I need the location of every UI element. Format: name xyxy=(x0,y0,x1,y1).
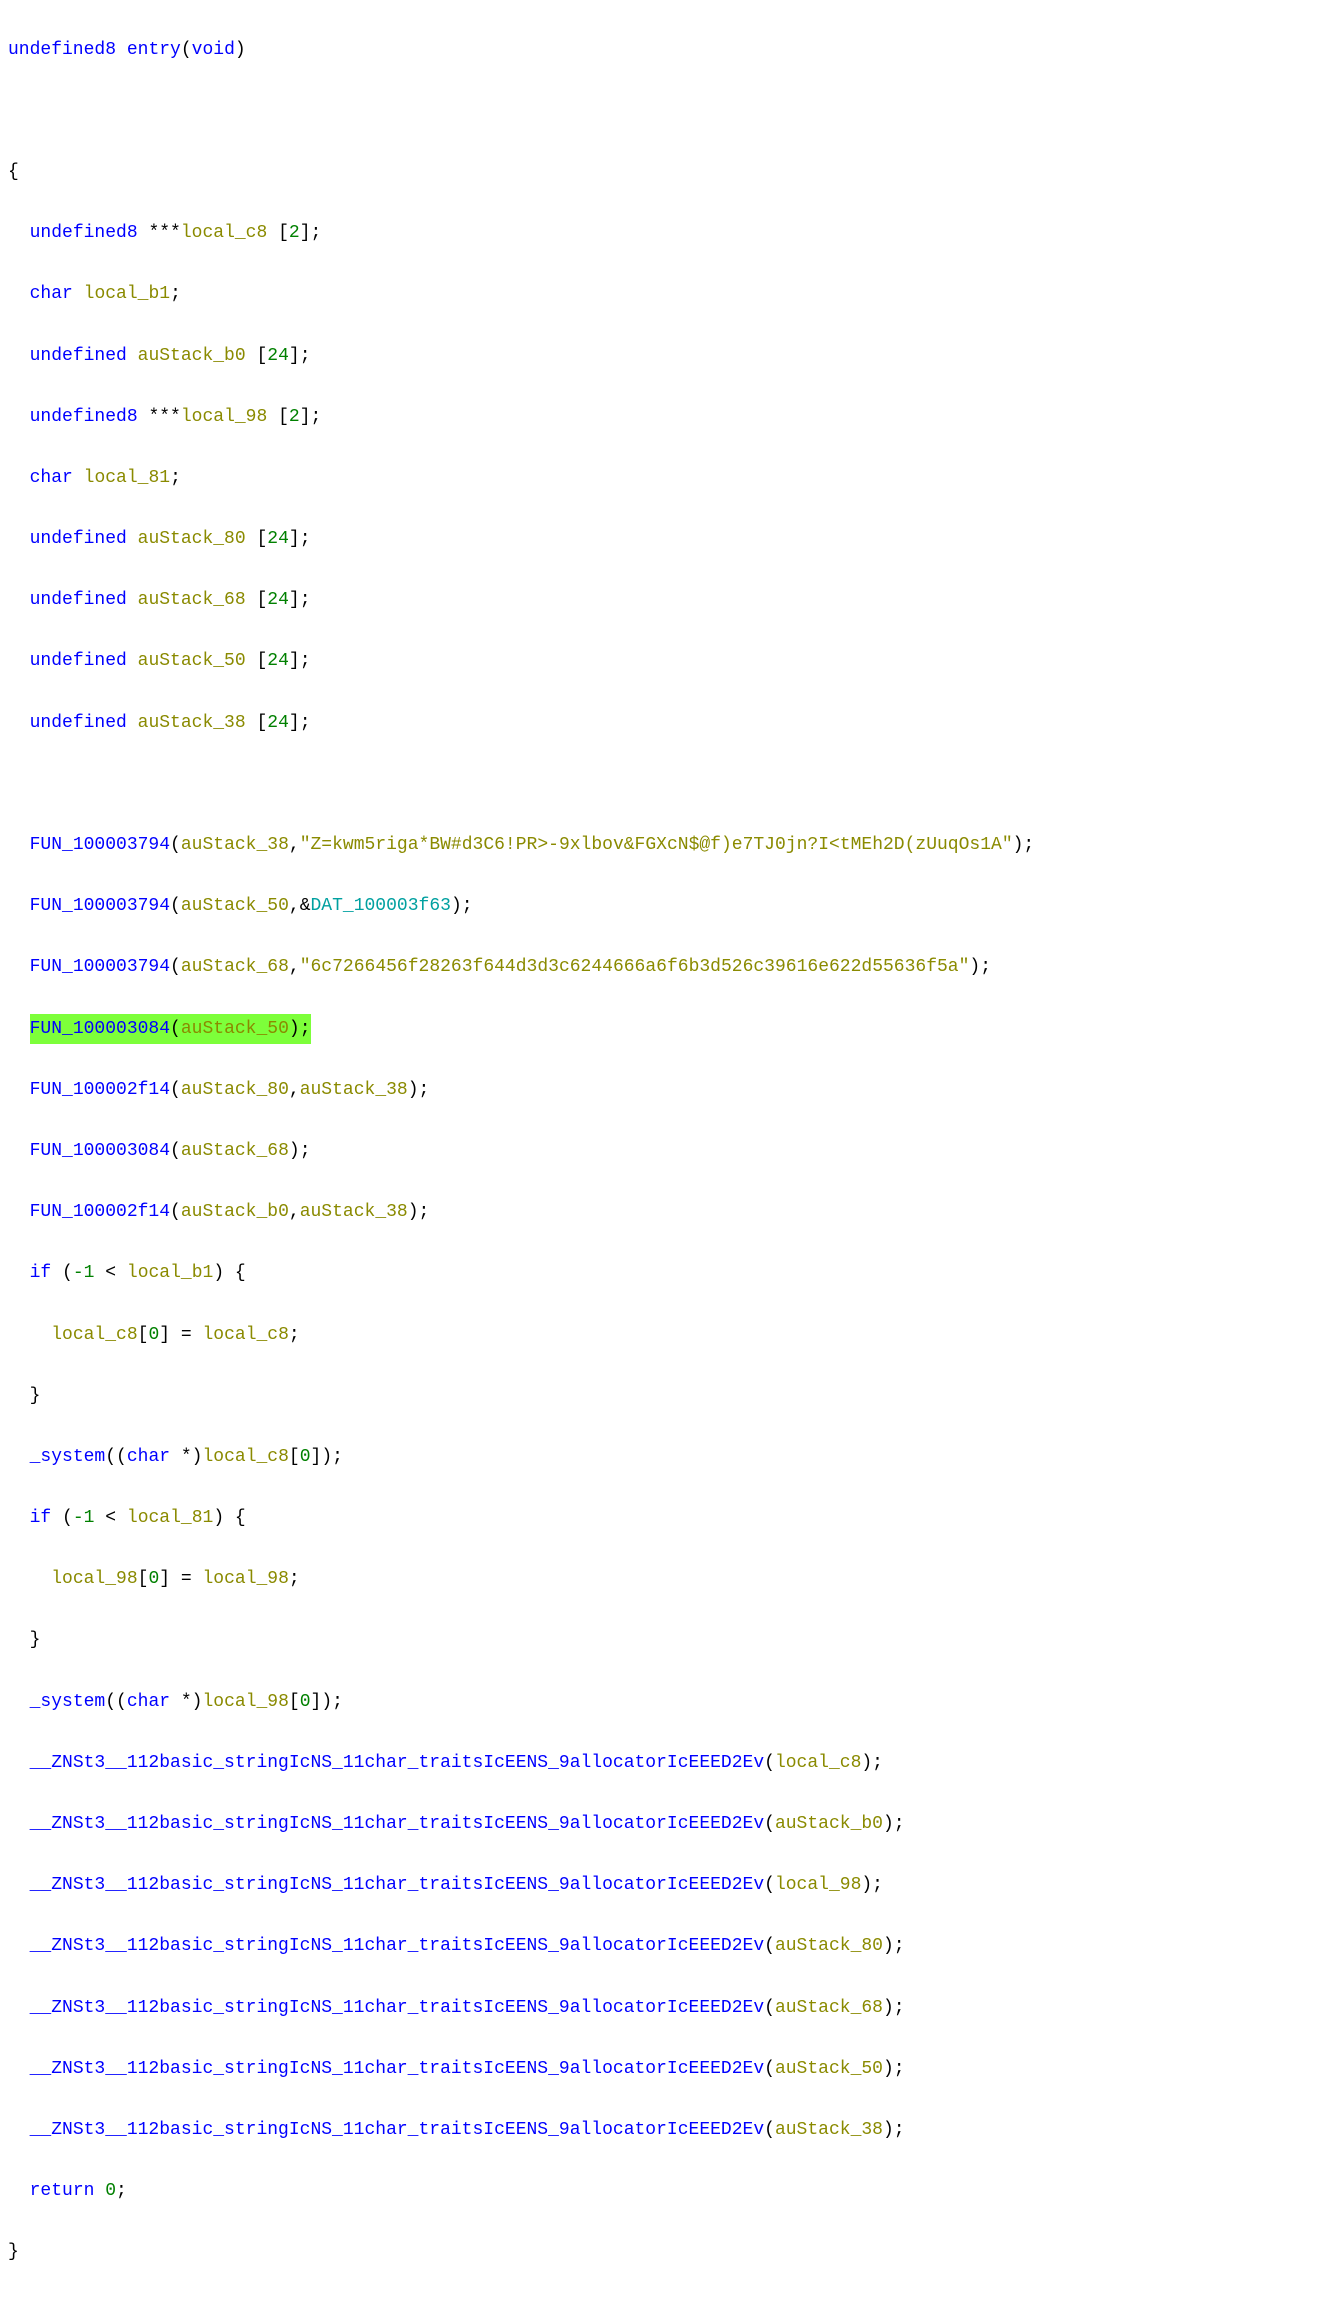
string-literal: "Z=kwm5riga*BW#d3C6!PR>-9xlbov&FGXcN$@f)… xyxy=(300,835,1013,855)
code-line: FUN_100003794(auStack_50,&DAT_100003f63)… xyxy=(0,891,1338,922)
code-line: __ZNSt3__112basic_stringIcNS_11char_trai… xyxy=(0,2115,1338,2146)
function-call[interactable]: __ZNSt3__112basic_stringIcNS_11char_trai… xyxy=(30,1875,765,1895)
code-line: undefined auStack_50 [24]; xyxy=(0,646,1338,677)
code-line: char local_81; xyxy=(0,463,1338,494)
code-line: undefined auStack_38 [24]; xyxy=(0,708,1338,739)
code-line: FUN_100003794(auStack_68,"6c7266456f2826… xyxy=(0,952,1338,983)
function-call[interactable]: FUN_100003794 xyxy=(30,835,170,855)
function-call[interactable]: __ZNSt3__112basic_stringIcNS_11char_trai… xyxy=(30,2120,765,2140)
function-call[interactable]: __ZNSt3__112basic_stringIcNS_11char_trai… xyxy=(30,2059,765,2079)
code-line xyxy=(0,769,1338,800)
function-call[interactable]: _system xyxy=(30,1692,106,1712)
code-line: { xyxy=(0,157,1338,188)
function-call[interactable]: FUN_100002f14 xyxy=(30,1202,170,1222)
code-line: FUN_100003794(auStack_38,"Z=kwm5riga*BW#… xyxy=(0,830,1338,861)
code-line: char local_b1; xyxy=(0,279,1338,310)
code-line: return 0; xyxy=(0,2176,1338,2207)
xref[interactable]: DAT_100003f63 xyxy=(311,896,451,916)
code-line: undefined8 ***local_c8 [2]; xyxy=(0,218,1338,249)
function-call[interactable]: __ZNSt3__112basic_stringIcNS_11char_trai… xyxy=(30,1753,765,1773)
function-call[interactable]: FUN_100002f14 xyxy=(30,1080,170,1100)
code-line xyxy=(0,96,1338,127)
code-line: undefined auStack_68 [24]; xyxy=(0,585,1338,616)
function-call[interactable]: FUN_100003084 xyxy=(30,1141,170,1161)
code-line: } xyxy=(0,1381,1338,1412)
code-line: if (-1 < local_b1) { xyxy=(0,1258,1338,1289)
function-call[interactable]: __ZNSt3__112basic_stringIcNS_11char_trai… xyxy=(30,1936,765,1956)
code-line: __ZNSt3__112basic_stringIcNS_11char_trai… xyxy=(0,1931,1338,1962)
function-call[interactable]: _system xyxy=(30,1447,106,1467)
code-line: undefined8 entry(void) xyxy=(0,35,1338,66)
code-line: FUN_100002f14(auStack_80,auStack_38); xyxy=(0,1075,1338,1106)
function-call[interactable]: FUN_100003794 xyxy=(30,896,170,916)
code-line: local_98[0] = local_98; xyxy=(0,1564,1338,1595)
code-line: _system((char *)local_98[0]); xyxy=(0,1687,1338,1718)
code-line: FUN_100003084(auStack_68); xyxy=(0,1136,1338,1167)
code-line: __ZNSt3__112basic_stringIcNS_11char_trai… xyxy=(0,1870,1338,1901)
code-line: undefined8 ***local_98 [2]; xyxy=(0,402,1338,433)
code-line: } xyxy=(0,2237,1338,2268)
function-name[interactable]: entry xyxy=(127,40,181,60)
code-line: __ZNSt3__112basic_stringIcNS_11char_trai… xyxy=(0,2054,1338,2085)
function-call[interactable]: FUN_100003084 xyxy=(30,1019,170,1039)
code-line: undefined auStack_80 [24]; xyxy=(0,524,1338,555)
code-line-highlighted[interactable]: FUN_100003084(auStack_50); xyxy=(0,1014,1338,1045)
code-line: _system((char *)local_c8[0]); xyxy=(0,1442,1338,1473)
code-line: undefined auStack_b0 [24]; xyxy=(0,341,1338,372)
code-line: local_c8[0] = local_c8; xyxy=(0,1320,1338,1351)
decompiled-code: undefined8 entry(void) { undefined8 ***l… xyxy=(0,0,1338,2319)
function-call[interactable]: __ZNSt3__112basic_stringIcNS_11char_trai… xyxy=(30,1998,765,2018)
code-line: __ZNSt3__112basic_stringIcNS_11char_trai… xyxy=(0,1748,1338,1779)
code-line: __ZNSt3__112basic_stringIcNS_11char_trai… xyxy=(0,1993,1338,2024)
function-call[interactable]: __ZNSt3__112basic_stringIcNS_11char_trai… xyxy=(30,1814,765,1834)
code-line: } xyxy=(0,1625,1338,1656)
string-literal: "6c7266456f28263f644d3d3c6244666a6f6b3d5… xyxy=(300,957,970,977)
function-call[interactable]: FUN_100003794 xyxy=(30,957,170,977)
type-keyword: undefined8 xyxy=(8,40,116,60)
code-line: if (-1 < local_81) { xyxy=(0,1503,1338,1534)
code-line: FUN_100002f14(auStack_b0,auStack_38); xyxy=(0,1197,1338,1228)
code-line: __ZNSt3__112basic_stringIcNS_11char_trai… xyxy=(0,1809,1338,1840)
